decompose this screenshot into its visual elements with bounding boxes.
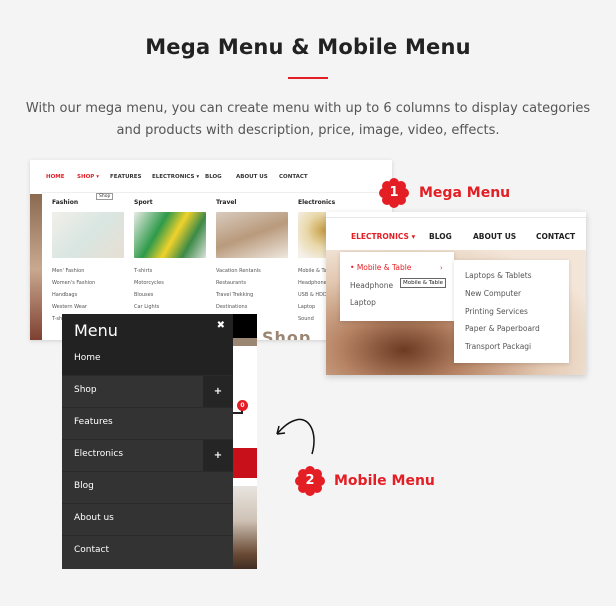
page-description: With our mega menu, you can create menu … <box>25 101 591 138</box>
badge-2: 2 <box>295 466 325 496</box>
flyout-item[interactable]: Printing Services <box>465 307 528 316</box>
mobile-menu-item-home[interactable]: Home <box>62 348 233 376</box>
travel-image <box>216 212 288 258</box>
mega-link[interactable]: Vacation Rentanls <box>216 265 288 277</box>
flyout-item[interactable]: Laptops & Tablets <box>465 271 532 280</box>
mega-link[interactable]: Women's Fashion <box>52 277 124 289</box>
mega-column-fashion: Fashion Men' Fashion Women's Fashion Han… <box>52 199 124 325</box>
mega-link[interactable]: Car Lights <box>134 301 206 313</box>
column-title: Sport <box>134 199 153 206</box>
column-title: Travel <box>216 199 237 206</box>
submenu-item-active[interactable]: • Mobile & Table <box>350 263 411 272</box>
mobile-menu-label: Shop <box>74 385 97 395</box>
mobile-menu: Menu ✖ Home Shop + Features Electronics … <box>62 314 233 569</box>
nav-contact[interactable]: CONTACT <box>279 174 308 180</box>
shop-tooltip: Shop <box>96 193 114 200</box>
mobile-menu-item-blog[interactable]: Blog <box>62 472 233 504</box>
mobile-menu-label: Home <box>74 353 101 363</box>
column-title: Electronics <box>298 199 336 206</box>
divider <box>326 217 586 218</box>
page-title: Mega Menu & Mobile Menu <box>145 35 471 59</box>
mobile-menu-item-contact[interactable]: Contact <box>62 536 233 568</box>
mobile-menu-label: Blog <box>74 481 94 491</box>
title-divider <box>288 77 328 79</box>
mega-link[interactable]: Blouses <box>134 289 206 301</box>
mobile-menu-item-features[interactable]: Features <box>62 408 233 440</box>
badge-label-mega-menu: Mega Menu <box>419 185 511 201</box>
mega-link[interactable]: Western Wear <box>52 301 124 313</box>
nav-electronics[interactable]: ELECTRONICS ▾ <box>152 174 199 180</box>
badge-number: 1 <box>389 185 399 200</box>
mega-column-travel: Travel Vacation Rentanls Restaurants Tra… <box>216 199 288 313</box>
mega-link[interactable]: Travel Trekking <box>216 289 288 301</box>
nav-blog[interactable]: BLOG <box>429 232 452 241</box>
badge-label-mobile-menu: Mobile Menu <box>334 473 435 489</box>
mega-link[interactable]: Men' Fashion <box>52 265 124 277</box>
cart-count-badge: 0 <box>237 400 248 411</box>
mega-link[interactable]: Handbags <box>52 289 124 301</box>
nav-electronics[interactable]: ELECTRONICS ▾ <box>351 232 415 241</box>
close-icon[interactable]: ✖ <box>217 320 225 331</box>
curved-arrow-icon <box>276 418 315 455</box>
flyout-menu: Laptops & Tablets New Computer Printing … <box>454 260 569 363</box>
submenu-tooltip: Mobile & Table <box>400 278 447 288</box>
mega-nav: HOME SHOP ▾ FEATURES ELECTRONICS ▾ BLOG … <box>30 174 392 188</box>
expand-plus-icon[interactable]: + <box>203 440 233 471</box>
mobile-menu-label: Contact <box>74 545 110 555</box>
badge-number: 2 <box>305 473 315 488</box>
banner-text: Shop <box>262 328 312 340</box>
badge-1: 1 <box>379 178 409 208</box>
mobile-menu-header: Menu ✖ <box>62 314 233 348</box>
nav-about[interactable]: ABOUT US <box>473 232 516 241</box>
dropdown-menu-preview: ELECTRONICS ▾ BLOG ABOUT US CONTACT • Mo… <box>326 212 586 375</box>
mega-link[interactable]: Motorcycles <box>134 277 206 289</box>
nav-features[interactable]: FEATURES <box>110 174 142 180</box>
submenu-item[interactable]: Headphone <box>350 281 393 290</box>
nav-home[interactable]: HOME <box>46 174 65 180</box>
nav-blog[interactable]: BLOG <box>205 174 222 180</box>
mobile-menu-item-electronics[interactable]: Electronics + <box>62 440 233 472</box>
mega-link[interactable]: Restaurants <box>216 277 288 289</box>
fashion-image <box>52 212 124 258</box>
sport-image <box>134 212 206 258</box>
mobile-menu-item-about[interactable]: About us <box>62 504 233 536</box>
nav-contact[interactable]: CONTACT <box>536 232 575 241</box>
submenu-item[interactable]: Laptop <box>350 298 376 307</box>
nav-shop[interactable]: SHOP ▾ <box>77 174 99 180</box>
flyout-item[interactable]: Transport Packagi <box>465 342 531 351</box>
mobile-menu-title: Menu <box>74 321 118 340</box>
flyout-item[interactable]: Paper & Paperboard <box>465 324 540 333</box>
mobile-menu-label: Electronics <box>74 449 124 459</box>
chevron-right-icon: › <box>440 264 443 272</box>
mega-link[interactable]: T-shirts <box>134 265 206 277</box>
mega-link[interactable]: Destinations <box>216 301 288 313</box>
expand-plus-icon[interactable]: + <box>203 376 233 407</box>
mobile-menu-label: About us <box>74 513 114 523</box>
mega-column-sport: Sport T-shirts Motorcycles Blouses Car L… <box>134 199 206 325</box>
column-title: Fashion <box>52 199 79 206</box>
mobile-menu-label: Features <box>74 417 113 427</box>
mobile-menu-item-shop[interactable]: Shop + <box>62 376 233 408</box>
flyout-item[interactable]: New Computer <box>465 289 521 298</box>
background-photo <box>30 194 42 340</box>
nav-about[interactable]: ABOUT US <box>236 174 268 180</box>
